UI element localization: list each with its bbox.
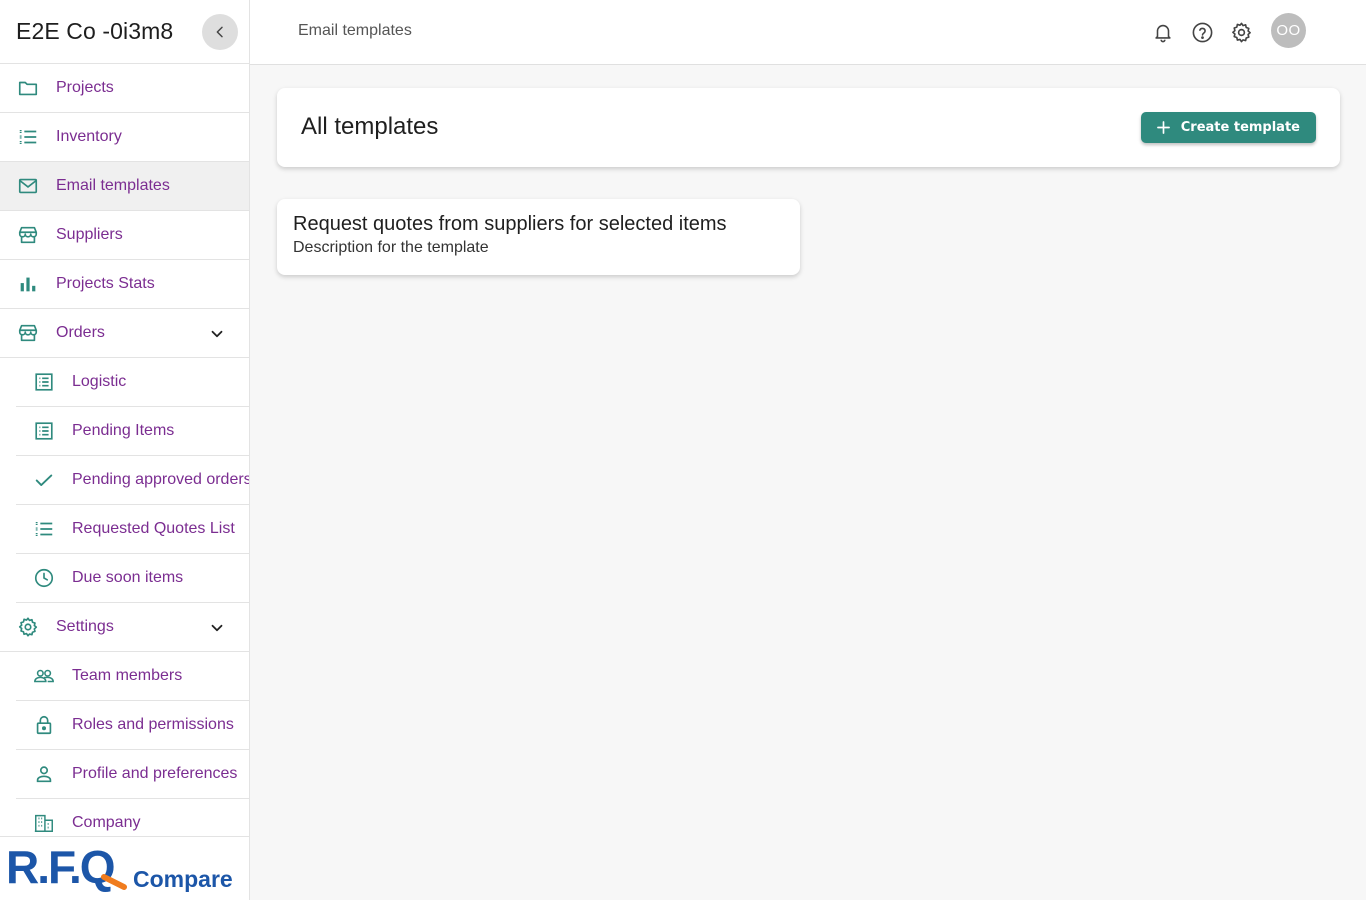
help-icon[interactable] bbox=[1189, 19, 1215, 45]
bar-chart-icon bbox=[16, 272, 40, 296]
template-description: Description for the template bbox=[293, 239, 489, 256]
store-icon bbox=[16, 321, 40, 345]
gear-icon[interactable] bbox=[1228, 19, 1254, 45]
create-template-label: Create template bbox=[1180, 120, 1300, 135]
list-icon bbox=[32, 517, 56, 541]
store-icon bbox=[16, 223, 40, 247]
sidebar-item-settings[interactable]: Settings bbox=[0, 603, 249, 652]
chevron-down-icon[interactable] bbox=[205, 616, 229, 640]
template-card[interactable]: Request quotes from suppliers for select… bbox=[277, 199, 800, 275]
sidebar-item-orders[interactable]: Orders bbox=[0, 309, 249, 358]
logo-graphic: R.F.Q Compare bbox=[6, 841, 233, 893]
sidebar: E2E Co -0i3m8 Projects Inventory Email t… bbox=[0, 0, 250, 900]
clock-icon bbox=[32, 566, 56, 590]
sidebar-item-label: Pending Items bbox=[72, 422, 175, 439]
sidebar-item-requested-quotes-list[interactable]: Requested Quotes List bbox=[16, 505, 249, 554]
rfq-compare-logo: R.F.Q Compare bbox=[0, 836, 249, 900]
logo-rfq-text: R.F.Q bbox=[6, 845, 114, 893]
sidebar-item-logistic[interactable]: Logistic bbox=[16, 358, 249, 407]
collapse-sidebar-button[interactable] bbox=[202, 13, 238, 50]
sidebar-item-label: Pending approved orders bbox=[72, 471, 250, 488]
company-name: E2E Co -0i3m8 bbox=[16, 18, 174, 44]
sidebar-item-label: Orders bbox=[56, 324, 105, 341]
sidebar-item-pending-items[interactable]: Pending Items bbox=[16, 407, 249, 456]
mail-icon bbox=[16, 174, 40, 198]
sidebar-item-pending-approved-orders[interactable]: Pending approved orders bbox=[16, 456, 249, 505]
template-title: Request quotes from suppliers for select… bbox=[293, 213, 727, 235]
sidebar-item-label: Logistic bbox=[72, 373, 127, 390]
sidebar-item-label: Profile and preferences bbox=[72, 765, 238, 782]
folder-icon bbox=[16, 76, 40, 100]
avatar[interactable]: OO bbox=[1271, 13, 1306, 48]
top-bar: Email templates OO bbox=[250, 0, 1366, 65]
chevron-left-icon bbox=[216, 26, 223, 37]
sidebar-item-label: Projects Stats bbox=[56, 275, 155, 292]
building-icon bbox=[32, 811, 56, 835]
create-template-button[interactable]: Create template bbox=[1140, 112, 1316, 143]
sidebar-item-label: Email templates bbox=[56, 177, 170, 194]
plus-icon bbox=[1157, 121, 1171, 135]
sidebar-item-label: Settings bbox=[56, 618, 114, 635]
sidebar-item-profile-and-preferences[interactable]: Profile and preferences bbox=[16, 750, 249, 799]
sidebar-item-roles-and-permissions[interactable]: Roles and permissions bbox=[16, 701, 249, 750]
sidebar-item-label: Due soon items bbox=[72, 569, 184, 586]
sidebar-item-label: Projects bbox=[56, 79, 114, 96]
bell-icon[interactable] bbox=[1150, 19, 1176, 45]
chevron-down-icon[interactable] bbox=[205, 322, 229, 346]
sidebar-item-label: Suppliers bbox=[56, 226, 123, 243]
gear-icon bbox=[16, 615, 40, 639]
logo-compare-text: Compare bbox=[133, 866, 233, 892]
sidebar-item-label: Roles and permissions bbox=[72, 716, 234, 733]
list-alt-icon bbox=[32, 370, 56, 394]
check-icon bbox=[32, 468, 56, 492]
sidebar-header: E2E Co -0i3m8 bbox=[0, 0, 249, 64]
sidebar-item-label: Inventory bbox=[56, 128, 122, 145]
person-icon bbox=[32, 762, 56, 786]
sidebar-item-label: Team members bbox=[72, 667, 183, 684]
sidebar-item-label: Requested Quotes List bbox=[72, 520, 235, 537]
people-icon bbox=[32, 664, 56, 688]
sidebar-item-projects[interactable]: Projects bbox=[0, 64, 249, 113]
templates-header-card: All templates Create template bbox=[277, 88, 1340, 167]
page-title: Email templates bbox=[298, 22, 412, 39]
sidebar-item-label: Company bbox=[72, 814, 141, 831]
section-title: All templates bbox=[301, 113, 439, 140]
list-alt-icon bbox=[32, 419, 56, 443]
sidebar-item-suppliers[interactable]: Suppliers bbox=[0, 211, 249, 260]
sidebar-item-team-members[interactable]: Team members bbox=[16, 652, 249, 701]
sidebar-item-inventory[interactable]: Inventory bbox=[0, 113, 249, 162]
sidebar-item-due-soon-items[interactable]: Due soon items bbox=[16, 554, 249, 603]
lock-icon bbox=[32, 713, 56, 737]
sidebar-item-projects-stats[interactable]: Projects Stats bbox=[0, 260, 249, 309]
sidebar-item-email-templates[interactable]: Email templates bbox=[0, 162, 249, 211]
list-icon bbox=[16, 125, 40, 149]
